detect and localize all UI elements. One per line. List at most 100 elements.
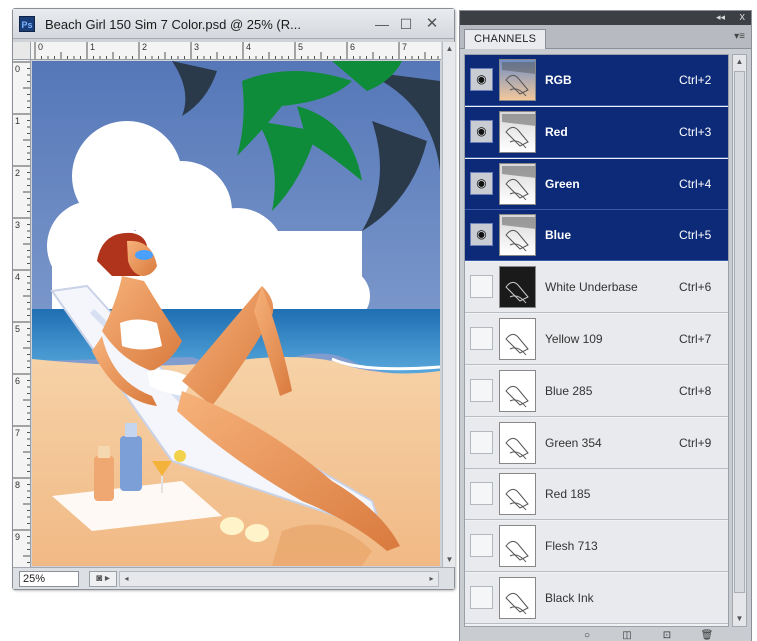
document-titlebar[interactable]: Ps Beach Girl 150 Sim 7 Color.psd @ 25% … xyxy=(13,9,454,39)
scroll-down-arrow-icon[interactable]: ▼ xyxy=(733,612,746,626)
ruler-number: 4 xyxy=(246,42,252,52)
ruler-number: 7 xyxy=(15,428,21,438)
channel-name: Red xyxy=(545,125,568,139)
eye-icon[interactable]: ◉ xyxy=(470,120,493,143)
tab-channels[interactable]: CHANNELS xyxy=(464,29,547,49)
scroll-up-arrow-icon[interactable]: ▲ xyxy=(443,42,456,56)
channel-shortcut: Ctrl+9 xyxy=(679,436,712,450)
visibility-toggle[interactable] xyxy=(470,482,493,505)
channel-shortcut: Ctrl+6 xyxy=(679,280,712,294)
channel-shortcut: Ctrl+3 xyxy=(679,125,712,139)
visibility-toggle[interactable] xyxy=(470,327,493,350)
close-panel-icon[interactable]: x xyxy=(740,11,746,23)
channel-row[interactable]: Red 185 xyxy=(465,469,728,520)
eye-icon[interactable]: ◉ xyxy=(470,172,493,195)
ruler-number: 0 xyxy=(38,42,44,52)
horizontal-ruler[interactable]: 0 1 2 3 4 5 6 7 xyxy=(31,42,441,60)
document-horizontal-scrollbar[interactable]: ◂ ▸ xyxy=(119,571,439,587)
ruler-number: 2 xyxy=(15,168,21,178)
channel-name: Yellow 109 xyxy=(545,332,603,346)
minimize-button[interactable]: — xyxy=(373,15,391,33)
document-canvas[interactable] xyxy=(32,61,440,566)
channel-thumbnail xyxy=(499,318,536,360)
ruler-number: 1 xyxy=(15,116,21,126)
channel-row[interactable]: ◉ RGB Ctrl+2 xyxy=(465,55,728,106)
ruler-number: 9 xyxy=(15,532,21,542)
document-vertical-scrollbar[interactable]: ▲ ▼ xyxy=(442,42,455,567)
status-menu-icon[interactable]: ◙ ▸ xyxy=(89,571,117,587)
panel-menu-icon[interactable]: ▾≡ xyxy=(734,31,745,42)
thumbnail-sketch xyxy=(505,540,529,563)
channel-name: RGB xyxy=(545,73,572,87)
vertical-ruler-ticks xyxy=(13,61,30,563)
visibility-toggle[interactable] xyxy=(470,534,493,557)
visibility-toggle[interactable] xyxy=(470,275,493,298)
thumbnail-sketch xyxy=(505,592,529,615)
ruler-origin[interactable] xyxy=(13,42,31,60)
delete-channel-icon[interactable]: 🗑 xyxy=(700,629,714,641)
channel-thumbnail xyxy=(499,111,536,153)
ruler-number: 4 xyxy=(15,272,21,282)
channels-panel: ◂◂ x CHANNELS ▾≡ ◉ RGB Ctrl+2 ◉ Red Ctrl+3 ◉ Gr… xyxy=(459,10,752,641)
panel-header-strip[interactable]: ◂◂ x xyxy=(460,11,751,25)
vertical-ruler[interactable]: 0 1 2 3 4 5 6 7 8 9 xyxy=(13,60,31,567)
ruler-number: 2 xyxy=(142,42,148,52)
scroll-right-arrow-icon[interactable]: ▸ xyxy=(425,572,438,586)
thumbnail-sketch xyxy=(502,114,535,149)
ruler-number: 5 xyxy=(298,42,304,52)
thumbnail-sketch xyxy=(502,166,535,201)
eye-icon[interactable]: ◉ xyxy=(470,223,493,246)
ruler-number: 0 xyxy=(15,64,21,74)
channel-row[interactable]: Green 354 Ctrl+9 xyxy=(465,418,728,469)
channel-shortcut: Ctrl+5 xyxy=(679,228,712,242)
scroll-down-arrow-icon[interactable]: ▼ xyxy=(443,553,456,567)
ruler-number: 3 xyxy=(15,220,21,230)
channel-thumbnail xyxy=(499,266,536,308)
zoom-level-field[interactable]: 25% xyxy=(19,571,79,587)
channel-thumbnail xyxy=(499,473,536,515)
scroll-left-arrow-icon[interactable]: ◂ xyxy=(120,572,133,586)
collapse-panel-icon[interactable]: ◂◂ xyxy=(716,12,725,23)
channel-thumbnail xyxy=(499,577,536,619)
channel-thumbnail xyxy=(499,59,536,101)
maximize-button[interactable]: ☐ xyxy=(397,15,415,33)
thumbnail-sketch xyxy=(505,385,529,408)
channel-row[interactable]: Yellow 109 Ctrl+7 xyxy=(465,314,728,365)
thumbnail-sketch xyxy=(502,62,535,97)
visibility-toggle[interactable] xyxy=(470,379,493,402)
thumbnail-sketch xyxy=(505,333,529,356)
channel-list-scrollbar[interactable]: ▲ ▼ xyxy=(732,54,747,627)
ruler-number: 6 xyxy=(350,42,356,52)
channel-thumbnail xyxy=(499,525,536,567)
panel-tab-bar: CHANNELS ▾≡ xyxy=(460,25,751,49)
channel-name: Green xyxy=(545,177,580,191)
thumbnail-sketch xyxy=(505,281,529,304)
visibility-toggle[interactable] xyxy=(470,586,493,609)
channel-name: Red 185 xyxy=(545,487,591,501)
channel-row[interactable]: White Underbase Ctrl+6 xyxy=(465,262,728,313)
eye-icon[interactable]: ◉ xyxy=(470,68,493,91)
ruler-number: 8 xyxy=(15,480,21,490)
new-channel-icon[interactable]: ⊡ xyxy=(660,629,674,641)
load-selection-icon[interactable]: ○ xyxy=(580,629,594,641)
close-button[interactable]: ✕ xyxy=(423,15,441,33)
save-selection-icon[interactable]: ◫ xyxy=(620,629,634,641)
channel-row[interactable]: Blue 285 Ctrl+8 xyxy=(465,366,728,417)
channel-thumbnail xyxy=(499,422,536,464)
channel-row[interactable]: Flesh 713 xyxy=(465,521,728,572)
channel-row[interactable]: Black Ink xyxy=(465,573,728,624)
channel-row[interactable]: ◉ Red Ctrl+3 xyxy=(465,107,728,158)
ruler-number: 7 xyxy=(402,42,408,52)
ruler-number: 1 xyxy=(90,42,96,52)
channel-name: Flesh 713 xyxy=(545,539,598,553)
channel-row[interactable]: ◉ Green Ctrl+4 xyxy=(465,159,728,210)
visibility-toggle[interactable] xyxy=(470,431,493,454)
channel-row[interactable]: ◉ Blue Ctrl+5 xyxy=(465,210,728,261)
scroll-up-arrow-icon[interactable]: ▲ xyxy=(733,55,746,69)
ruler-number: 3 xyxy=(194,42,200,52)
scrollbar-thumb[interactable] xyxy=(734,71,745,593)
photoshop-icon: Ps xyxy=(19,16,35,32)
document-status-bar: 25% ◙ ▸ ◂ ▸ xyxy=(13,567,454,589)
thumbnail-sketch xyxy=(505,437,529,460)
channel-name: White Underbase xyxy=(545,280,638,294)
